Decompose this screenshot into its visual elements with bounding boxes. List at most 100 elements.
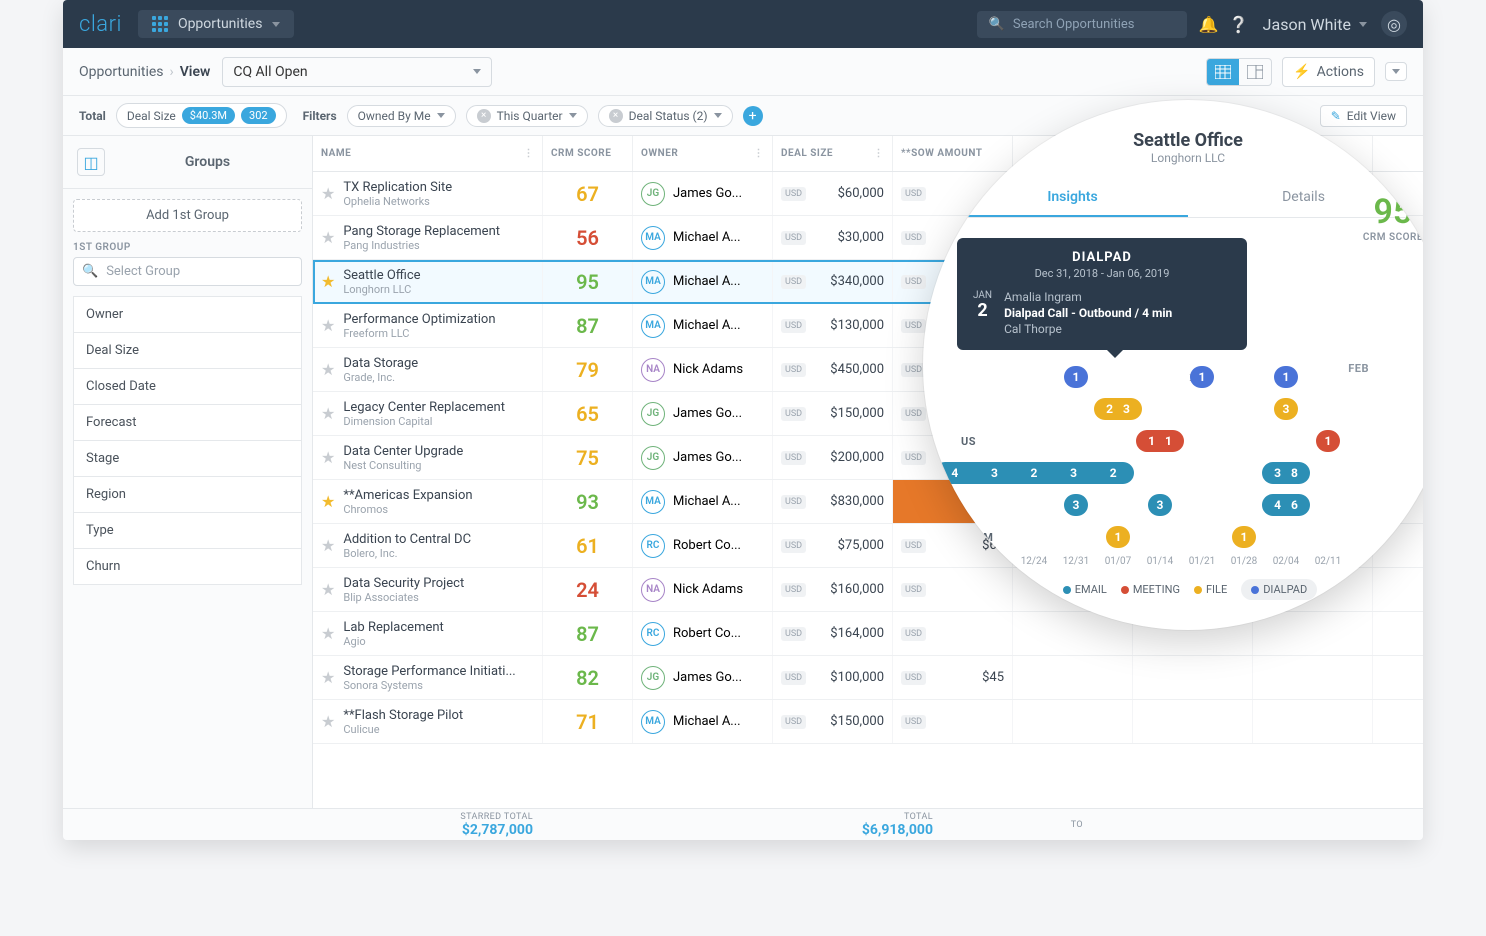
deal-size-chip[interactable]: Deal Size $40.3M 302 <box>116 103 287 128</box>
remove-icon[interactable]: × <box>477 109 491 123</box>
star-icon[interactable]: ★ <box>321 184 335 203</box>
deal-size-value: $830,000 <box>830 494 884 509</box>
company-name: Grade, Inc. <box>343 371 418 384</box>
avatar: JG <box>641 182 665 206</box>
group-item[interactable]: Closed Date <box>73 369 302 405</box>
timeline-bubble[interactable]: 1 <box>1274 366 1298 388</box>
user-menu[interactable]: Jason White <box>1263 15 1367 34</box>
help-icon[interactable]: ❔ <box>1231 16 1247 32</box>
add-filter-button[interactable]: + <box>743 106 763 126</box>
legend-dialpad-selected[interactable]: DIALPAD <box>1241 579 1317 600</box>
star-icon[interactable]: ★ <box>321 580 335 599</box>
owner-name: James Go... <box>673 450 742 465</box>
timeline-bubble[interactable]: 1 <box>1316 430 1340 452</box>
avatar: MA <box>641 490 665 514</box>
total-partial-label: TO <box>1071 820 1083 830</box>
currency-tag: USD <box>781 363 806 377</box>
timeline-bubble[interactable]: 1 <box>1190 366 1214 388</box>
layout-panel-icon[interactable] <box>1239 59 1271 85</box>
bell-icon[interactable]: 🔔 <box>1201 16 1217 32</box>
groups-collapse-icon[interactable]: ◫ <box>77 148 105 176</box>
lightning-icon: ⚡ <box>1293 64 1310 80</box>
company-name: Nest Consulting <box>343 459 463 472</box>
timeline-bubble[interactable]: 11 <box>1136 430 1184 452</box>
timeline-bubble[interactable]: 38 <box>1262 462 1310 484</box>
table-row[interactable]: ★ Storage Performance Initiati... Sonora… <box>313 656 1423 700</box>
breadcrumb: Opportunities › View <box>79 64 210 80</box>
view-dropdown[interactable]: CQ All Open <box>222 57 492 87</box>
starred-total-value: $2,787,000 <box>462 822 533 838</box>
breadcrumb-root[interactable]: Opportunities <box>79 64 164 80</box>
group-item[interactable]: Churn <box>73 549 302 585</box>
owner-cell: MA Michael A... <box>633 260 773 303</box>
timeline-bubble[interactable]: 1 <box>1232 526 1256 548</box>
filter-chip-owned-by-me[interactable]: Owned By Me <box>347 105 456 127</box>
timeline-bubble[interactable]: 3 <box>1064 494 1088 516</box>
group-item[interactable]: Stage <box>73 441 302 477</box>
col-name[interactable]: NAME⋮ <box>313 136 543 171</box>
owner-name: Michael A... <box>673 714 741 729</box>
col-deal-size[interactable]: DEAL SIZE⋮ <box>773 136 893 171</box>
add-group-button[interactable]: Add 1st Group <box>73 199 302 232</box>
star-icon[interactable]: ★ <box>321 272 335 291</box>
nav-opportunities[interactable]: Opportunities <box>138 10 295 38</box>
timeline-bubble[interactable]: 3 <box>1148 494 1172 516</box>
company-name: Dimension Capital <box>343 415 505 428</box>
company-name: Blip Associates <box>343 591 464 604</box>
star-icon[interactable]: ★ <box>321 712 335 731</box>
caret-down-icon <box>1392 69 1400 74</box>
star-icon[interactable]: ★ <box>321 228 335 247</box>
group-item[interactable]: Deal Size <box>73 333 302 369</box>
remove-icon[interactable]: × <box>609 109 623 123</box>
deal-name: TX Replication Site <box>343 180 452 195</box>
col-crm-score[interactable]: CRM SCORE <box>543 136 633 171</box>
view-selected: CQ All Open <box>233 64 307 80</box>
star-icon[interactable]: ★ <box>1409 134 1423 153</box>
star-icon[interactable]: ★ <box>321 448 335 467</box>
actions-caret[interactable] <box>1385 62 1407 81</box>
deal-size-cell: USD $200,000 <box>773 436 893 479</box>
group-item[interactable]: Owner <box>73 296 302 333</box>
layout-table-icon[interactable] <box>1207 59 1239 85</box>
filter-chip-deal-status[interactable]: × Deal Status (2) <box>598 105 733 127</box>
actions-button[interactable]: ⚡ Actions <box>1282 57 1375 87</box>
timeline-bubble[interactable]: 46 <box>1262 494 1310 516</box>
star-icon[interactable]: ★ <box>321 668 335 687</box>
global-shortcut-icon[interactable]: ◎ <box>1381 11 1407 37</box>
star-icon[interactable]: ★ <box>321 624 335 643</box>
chip-label: Deal Size <box>127 109 176 123</box>
table-row[interactable]: ★ **Flash Storage Pilot Culicue 71 MA Mi… <box>313 700 1423 744</box>
company-name: Culicue <box>343 723 463 736</box>
col-owner[interactable]: OWNER⋮ <box>633 136 773 171</box>
timeline-bubble[interactable]: 23 <box>1094 398 1142 420</box>
group-item[interactable]: Region <box>73 477 302 513</box>
currency-tag: USD <box>781 187 806 201</box>
star-icon[interactable]: ★ <box>321 536 335 555</box>
group-select[interactable]: 🔍 Select Group <box>73 257 302 286</box>
timeline-bubble[interactable]: 1 <box>1106 526 1130 548</box>
star-icon[interactable]: ★ <box>321 316 335 335</box>
group-item[interactable]: Forecast <box>73 405 302 441</box>
company-name: Chromos <box>343 503 472 516</box>
total-label: Total <box>79 109 106 123</box>
star-icon[interactable]: ★ <box>321 404 335 423</box>
deal-size-cell: USD $830,000 <box>773 480 893 523</box>
company-name: Bolero, Inc. <box>343 547 471 560</box>
linkedin-icon[interactable]: in <box>1385 134 1398 153</box>
sow-cell: USD $45 <box>893 656 1013 699</box>
crm-score-label: CRM SCORE <box>1363 232 1423 243</box>
group-item[interactable]: Type <box>73 513 302 549</box>
chevron-right-icon: › <box>170 64 174 80</box>
star-icon[interactable]: ★ <box>321 492 335 511</box>
filter-chip-this-quarter[interactable]: × This Quarter <box>466 105 588 127</box>
timeline-bubble[interactable]: 3 <box>1274 398 1298 420</box>
layout-toggle[interactable] <box>1206 58 1272 86</box>
tab-insights[interactable]: Insights <box>957 179 1188 217</box>
crm-score-cell: 24 <box>543 568 633 611</box>
company-name: Longhorn LLC <box>343 283 420 296</box>
meeting-heading: TING <box>977 610 1419 621</box>
search-input[interactable]: 🔍 Search Opportunities <box>977 11 1187 38</box>
currency-tag: USD <box>781 451 806 465</box>
timeline-bubble[interactable]: 1 <box>1064 366 1088 388</box>
star-icon[interactable]: ★ <box>321 360 335 379</box>
